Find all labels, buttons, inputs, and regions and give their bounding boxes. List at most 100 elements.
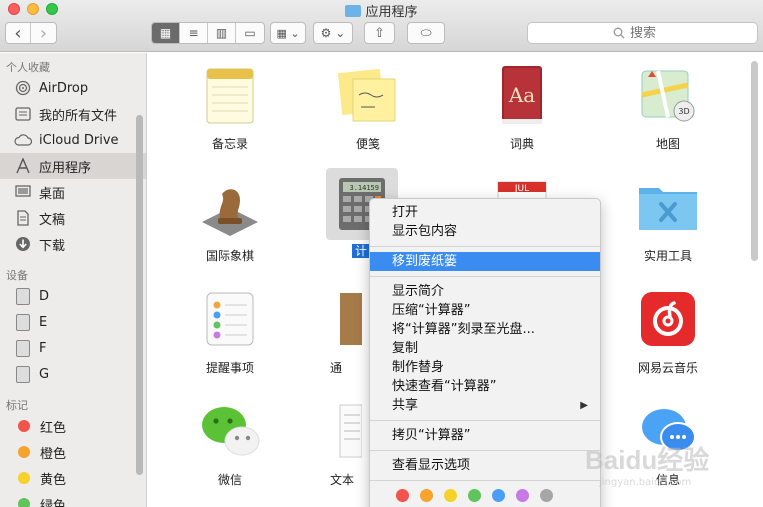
sidebar-item-disk-f[interactable]: F [0,335,146,361]
menu-item-show-package-contents[interactable]: 显示包内容 [370,222,600,241]
arrange-button[interactable]: ▦ ⌄ [270,22,306,44]
disk-icon [14,339,32,357]
app-item-reminders[interactable]: 提醒事项 [170,287,290,397]
menu-tag-orange[interactable] [420,489,433,502]
sidebar-item-label: iCloud Drive [39,132,119,148]
menu-tag-gray[interactable] [540,489,553,502]
app-label: 网易云音乐 [637,361,698,375]
stickies-icon [336,63,400,127]
sidebar-item-disk-d[interactable]: D [0,283,146,309]
disk-icon [14,365,32,383]
menu-separator [370,276,600,277]
all-files-icon [14,105,32,123]
tag-button[interactable]: ⬭ [407,22,445,44]
menu-item-move-to-trash[interactable]: 移到废纸篓 [370,252,600,271]
sidebar-scrollbar[interactable] [136,115,143,475]
gear-icon: ⚙ ⌄ [320,26,346,40]
app-item-chess[interactable]: 国际象棋 [170,175,290,285]
sidebar-item-tag-yellow[interactable]: 黄色 [0,465,146,491]
grid-icon: ▦ [159,26,172,40]
column-view-button[interactable]: ▥ [208,23,236,43]
app-item-dictionary[interactable]: Aa 词典 [462,63,582,173]
sidebar-item-tag-orange[interactable]: 橙色 [0,439,146,465]
sidebar-item-label: F [39,340,47,356]
app-label: 地图 [655,137,680,151]
back-button[interactable]: ‹ [6,23,32,43]
nav-buttons: ‹ › [5,22,57,44]
app-label: 备忘录 [211,137,248,151]
finder-toolbar: 应用程序 ‹ › ▦ ≡ ▥ ▭ ▦ ⌄ ⚙ ⌄ ⇧ ⬭ [0,0,763,52]
cover-flow-button[interactable]: ▭ [236,23,264,43]
window-title: 应用程序 [0,1,763,20]
sidebar-item-label: 绿色 [40,498,67,507]
menu-tag-blue[interactable] [492,489,505,502]
app-item-wechat[interactable]: 微信 [170,399,290,507]
sidebar-item-downloads[interactable]: 下载 [0,231,146,257]
sidebar-item-tag-red[interactable]: 红色 [0,413,146,439]
menu-item-burn-to-disc[interactable]: 将“计算器”刻录至光盘... [370,320,600,339]
menu-separator [370,246,600,247]
menu-separator [370,480,600,481]
sidebar-item-airdrop[interactable]: AirDrop [0,75,146,101]
sidebar-item-disk-g[interactable]: G [0,361,146,387]
app-item-notes[interactable]: 备忘录 [170,63,290,173]
sidebar-item-disk-e[interactable]: E [0,309,146,335]
menu-item-quick-look[interactable]: 快速查看“计算器” [370,377,600,396]
calendar-month: JUL [514,184,529,194]
sidebar-item-all-files[interactable]: 我的所有文件 [0,101,146,127]
yellow-tag-dot [18,472,30,484]
share-icon: ⇧ [374,25,385,41]
disk-icon [14,287,32,305]
app-item-stickies[interactable]: 便笺 [308,63,428,173]
sidebar-item-icloud-drive[interactable]: iCloud Drive [0,127,146,153]
menu-item-compress[interactable]: 压缩“计算器” [370,301,600,320]
list-view-button[interactable]: ≡ [180,23,208,43]
forward-button[interactable]: › [31,23,56,43]
icon-view-button[interactable]: ▦ [152,23,180,43]
menu-item-get-info[interactable]: 显示简介 [370,282,600,301]
menu-item-share[interactable]: 共享 ▶ [370,396,600,415]
menu-tag-purple[interactable] [516,489,529,502]
menu-item-copy[interactable]: 拷贝“计算器” [370,426,600,445]
content-scrollbar[interactable] [751,61,758,261]
search-field[interactable] [527,22,758,44]
favorites-section-title: 个人收藏 [6,61,50,74]
search-input[interactable] [630,25,672,41]
contacts-icon [334,287,374,351]
applications-icon [14,157,32,175]
dictionary-icon: Aa [490,63,554,127]
chess-icon [198,175,262,239]
sidebar-item-label: 桌面 [39,186,66,202]
share-button[interactable]: ⇧ [364,22,395,44]
action-button[interactable]: ⚙ ⌄ [313,22,353,44]
app-label: 便笺 [355,137,380,151]
sidebar-item-label: 下载 [39,238,66,254]
view-mode-segment: ▦ ≡ ▥ ▭ [151,22,265,44]
menu-item-show-view-options[interactable]: 查看显示选项 [370,456,600,475]
sidebar-item-tag-green[interactable]: 绿色 [0,491,146,507]
app-label: 实用工具 [643,249,692,263]
menu-separator [370,420,600,421]
sidebar-item-documents[interactable]: 文稿 [0,205,146,231]
menu-item-duplicate[interactable]: 复制 [370,339,600,358]
applications-folder-icon [345,5,362,17]
menu-separator [370,450,600,451]
menu-item-open[interactable]: 打开 [370,203,600,222]
menu-item-make-alias[interactable]: 制作替身 [370,358,600,377]
context-menu: 打开 显示包内容 移到废纸篓 显示简介 压缩“计算器” 将“计算器”刻录至光盘.… [369,198,601,507]
sidebar-item-applications[interactable]: 应用程序 [0,153,146,179]
sidebar-item-label: D [39,288,50,304]
tag-icon: ⬭ [420,25,432,41]
airdrop-icon [14,79,32,97]
app-label: 提醒事项 [205,361,254,375]
menu-tag-yellow[interactable] [444,489,457,502]
sidebar-item-desktop[interactable]: 桌面 [0,179,146,205]
menu-tag-red[interactable] [396,489,409,502]
app-item-utilities[interactable]: 实用工具 [608,175,728,285]
menu-tag-green[interactable] [468,489,481,502]
app-item-netease-music[interactable]: 网易云音乐 [608,287,728,397]
app-label: 词典 [509,137,534,151]
watermark-subtext: jingyan.baidu.com [599,477,692,488]
app-item-maps[interactable]: 3D 地图 [608,63,728,173]
reminders-icon [198,287,262,351]
